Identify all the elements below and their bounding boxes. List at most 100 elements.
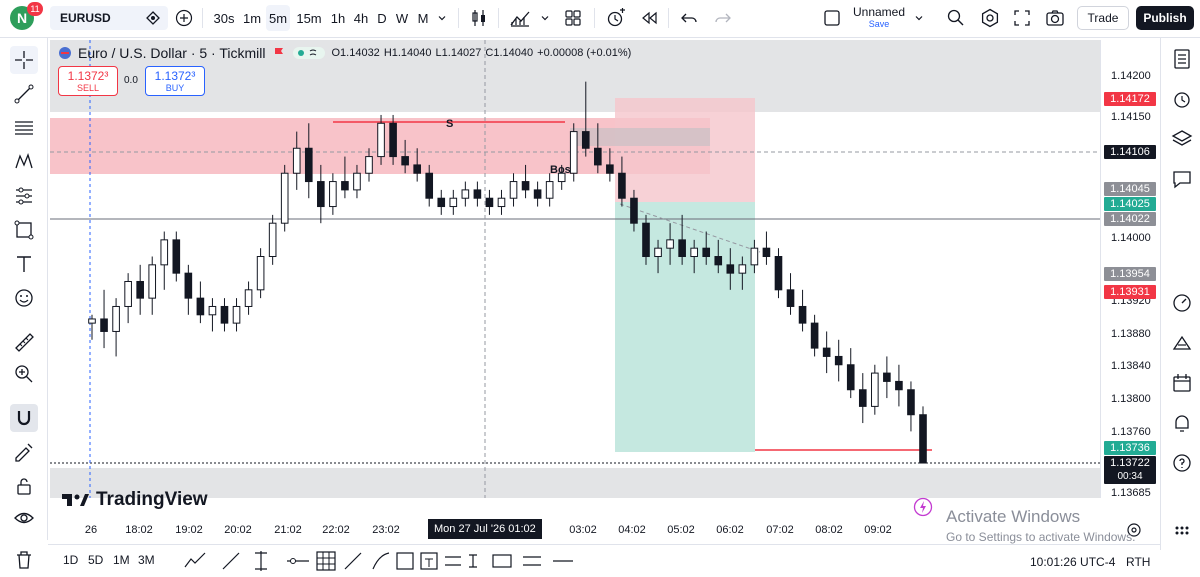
screener-button[interactable] xyxy=(1169,290,1195,316)
clock[interactable]: 10:01:26 UTC-4 xyxy=(1030,555,1115,569)
undo-button[interactable] xyxy=(676,0,702,36)
fib-tool[interactable] xyxy=(10,114,38,142)
right-sidebar xyxy=(1160,38,1200,550)
price-tick: 1.13685 xyxy=(1111,487,1151,499)
settings-button[interactable] xyxy=(978,0,1002,36)
redo-button[interactable] xyxy=(710,0,736,36)
symbol-search-button[interactable]: EURUSD xyxy=(50,6,168,30)
ideas-button[interactable] xyxy=(1169,330,1195,356)
keep-drawing-tool[interactable] xyxy=(10,438,38,466)
candle-body xyxy=(184,272,193,299)
long-position-icon xyxy=(445,556,461,566)
candle-body xyxy=(437,197,446,208)
ohlc-open: O1.14032 xyxy=(331,47,380,59)
object-tree-button[interactable] xyxy=(1169,126,1195,152)
trend-line-icon xyxy=(14,84,34,104)
compare-symbol-button[interactable] xyxy=(172,0,196,36)
tf-1m[interactable]: 1m xyxy=(240,0,264,36)
layout-select-checkbox[interactable] xyxy=(820,0,844,36)
remove-drawings-button[interactable] xyxy=(12,548,36,572)
calendar-button[interactable] xyxy=(1169,370,1195,396)
time-tick: 22:02 xyxy=(322,524,350,536)
alert-button[interactable] xyxy=(602,0,630,36)
templates-button[interactable] xyxy=(560,0,586,36)
candle-body xyxy=(690,247,698,258)
tf-w[interactable]: W xyxy=(393,0,411,36)
text-tool[interactable] xyxy=(10,250,38,278)
fullscreen-button[interactable] xyxy=(1010,0,1034,36)
settings-side-button[interactable] xyxy=(1169,520,1195,546)
range-3m[interactable]: 3M xyxy=(138,553,155,567)
time-tick: 07:02 xyxy=(766,524,794,536)
pattern-tool[interactable] xyxy=(10,148,38,176)
layout-dropdown[interactable] xyxy=(912,0,926,36)
time-tick: 23:02 xyxy=(372,524,400,536)
candle-body xyxy=(365,156,373,174)
magnet-tool[interactable] xyxy=(10,404,38,432)
candle-countdown: 00:34 xyxy=(1117,471,1143,482)
publish-button[interactable]: Publish xyxy=(1136,6,1194,30)
candle-body xyxy=(413,164,421,174)
price-tick: 1.14000 xyxy=(1111,232,1151,244)
activate-windows-watermark: Activate Windows Go to Settings to activ… xyxy=(946,507,1135,544)
measure-tool[interactable] xyxy=(10,328,38,356)
layout-name-button[interactable]: Unnamed Save xyxy=(848,5,910,33)
quick-search-button[interactable] xyxy=(944,0,968,36)
snapshot-button[interactable] xyxy=(1042,0,1068,36)
symbol-title[interactable]: Euro / U.S. Dollar · 5 · Tickmill xyxy=(78,45,265,61)
time-axis[interactable]: 26 18:02 19:02 20:02 21:02 22:02 23:02 0… xyxy=(50,518,1100,542)
notifications-button[interactable] xyxy=(1169,410,1195,436)
watchlist-button[interactable] xyxy=(1169,46,1195,72)
chats-button[interactable] xyxy=(1169,166,1195,192)
indicators-dropdown[interactable] xyxy=(538,0,552,36)
range-1m[interactable]: 1M xyxy=(113,553,130,567)
candle-body xyxy=(449,197,458,208)
emoji-tool[interactable] xyxy=(10,284,38,312)
tf-4h[interactable]: 4h xyxy=(351,0,371,36)
zoom-in-tool[interactable] xyxy=(10,360,38,388)
session-rth[interactable]: RTH xyxy=(1126,555,1150,569)
candle-body xyxy=(160,239,169,266)
add-to-watchlist-icon[interactable] xyxy=(146,11,160,25)
price-axis[interactable]: 1.14200 1.14150 1.14000 1.13920 1.13880 … xyxy=(1100,40,1158,499)
tf-30s[interactable]: 30s xyxy=(210,0,238,36)
candle-body xyxy=(112,305,120,332)
price-tick: 1.14150 xyxy=(1111,111,1151,123)
crosshair-tool[interactable] xyxy=(10,46,38,74)
buy-button[interactable]: 1.1372³ BUY xyxy=(145,66,205,96)
price-chart[interactable]: S Bos xyxy=(50,40,1100,498)
chart-pane[interactable]: S Bos xyxy=(50,40,1100,498)
ohlc-high: H1.14040 xyxy=(383,47,432,59)
quick-alert-button[interactable] xyxy=(913,497,933,517)
candle-body xyxy=(244,289,253,307)
range-1d[interactable]: 1D xyxy=(63,553,78,567)
replay-button[interactable] xyxy=(636,0,662,36)
tf-m[interactable]: M xyxy=(414,0,432,36)
candle-body xyxy=(497,197,506,208)
forecasting-tool[interactable] xyxy=(10,182,38,210)
tf-d[interactable]: D xyxy=(374,0,390,36)
tf-15m[interactable]: 15m xyxy=(295,0,323,36)
drawing-favorites-bar[interactable] xyxy=(183,549,583,573)
grid-icon xyxy=(565,10,581,26)
flag-marker-icon[interactable] xyxy=(273,47,285,59)
short-position-risk[interactable] xyxy=(615,98,755,202)
tf-1h[interactable]: 1h xyxy=(328,0,348,36)
gear-icon xyxy=(981,8,999,28)
chart-type-button[interactable] xyxy=(466,0,492,36)
help-button[interactable] xyxy=(1169,450,1195,476)
time-tick: 03:02 xyxy=(569,524,597,536)
lock-drawings-tool[interactable] xyxy=(10,472,38,500)
shapes-tool[interactable] xyxy=(10,216,38,244)
alerts-button[interactable] xyxy=(1169,86,1195,112)
hide-drawings-tool[interactable] xyxy=(10,504,38,532)
sell-button[interactable]: 1.1372³ SELL xyxy=(58,66,118,96)
indicators-button[interactable] xyxy=(506,0,534,36)
range-5d[interactable]: 5D xyxy=(88,553,103,567)
price-tick: 1.13840 xyxy=(1111,360,1151,372)
timeframe-dropdown[interactable] xyxy=(434,0,450,36)
trade-button[interactable]: Trade xyxy=(1077,6,1129,30)
current-price: 1.13722 xyxy=(1110,457,1150,469)
tf-5m[interactable]: 5m xyxy=(266,5,290,31)
trend-line-tool[interactable] xyxy=(10,80,38,108)
